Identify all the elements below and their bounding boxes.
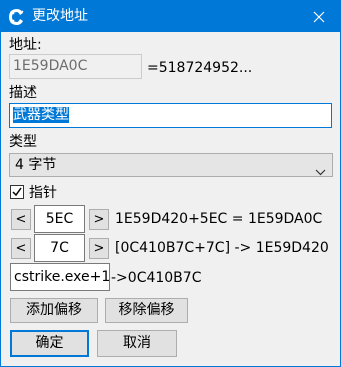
base-address-input[interactable]: cstrike.exe+1 — [10, 263, 110, 291]
cancel-button[interactable]: 取消 — [97, 330, 177, 357]
address-label: 地址: — [9, 37, 42, 53]
type-select[interactable]: 4 字节 — [9, 153, 333, 177]
pointer-label: 指针 — [29, 185, 57, 201]
offset-2-result: [0C410B7C+7C] -> 1E59D420 — [115, 240, 329, 256]
offset-2-decrement-button[interactable]: < — [11, 238, 31, 259]
description-selected-text: 武器类型 — [13, 107, 69, 123]
type-selected-value: 4 字节 — [15, 157, 57, 173]
offset-1-decrement-button[interactable]: < — [11, 209, 31, 230]
checkmark-icon — [12, 187, 22, 197]
offset-2-increment-button[interactable]: > — [89, 238, 109, 259]
pointer-checkbox[interactable] — [10, 185, 24, 199]
window-title: 更改地址 — [32, 8, 88, 24]
address-input[interactable]: 1E59DA0C — [9, 54, 142, 79]
offset-1-input[interactable]: 5EC — [34, 205, 85, 233]
chevron-down-icon — [315, 161, 326, 183]
offset-1-increment-button[interactable]: > — [89, 209, 109, 230]
remove-offset-button[interactable]: 移除偏移 — [105, 298, 188, 323]
description-input[interactable]: 武器类型 — [9, 103, 332, 128]
title-bar[interactable]: 更改地址 — [1, 1, 340, 32]
add-offset-button[interactable]: 添加偏移 — [10, 298, 98, 323]
description-label: 描述 — [9, 85, 37, 101]
offset-1-result: 1E59D420+5EC = 1E59DA0C — [115, 211, 323, 227]
address-resolved-value: =518724952... — [147, 60, 253, 76]
ok-button[interactable]: 确定 — [10, 330, 89, 357]
close-icon — [313, 11, 325, 22]
base-address-result: ->0C410B7C — [111, 270, 202, 286]
type-label: 类型 — [9, 134, 37, 150]
close-button[interactable] — [298, 1, 340, 32]
offset-2-input[interactable]: 7C — [34, 234, 85, 262]
change-address-dialog: 更改地址 地址: 1E59DA0C =518724952... 描述 武器类型 … — [0, 0, 341, 367]
cheat-engine-icon — [7, 7, 27, 27]
